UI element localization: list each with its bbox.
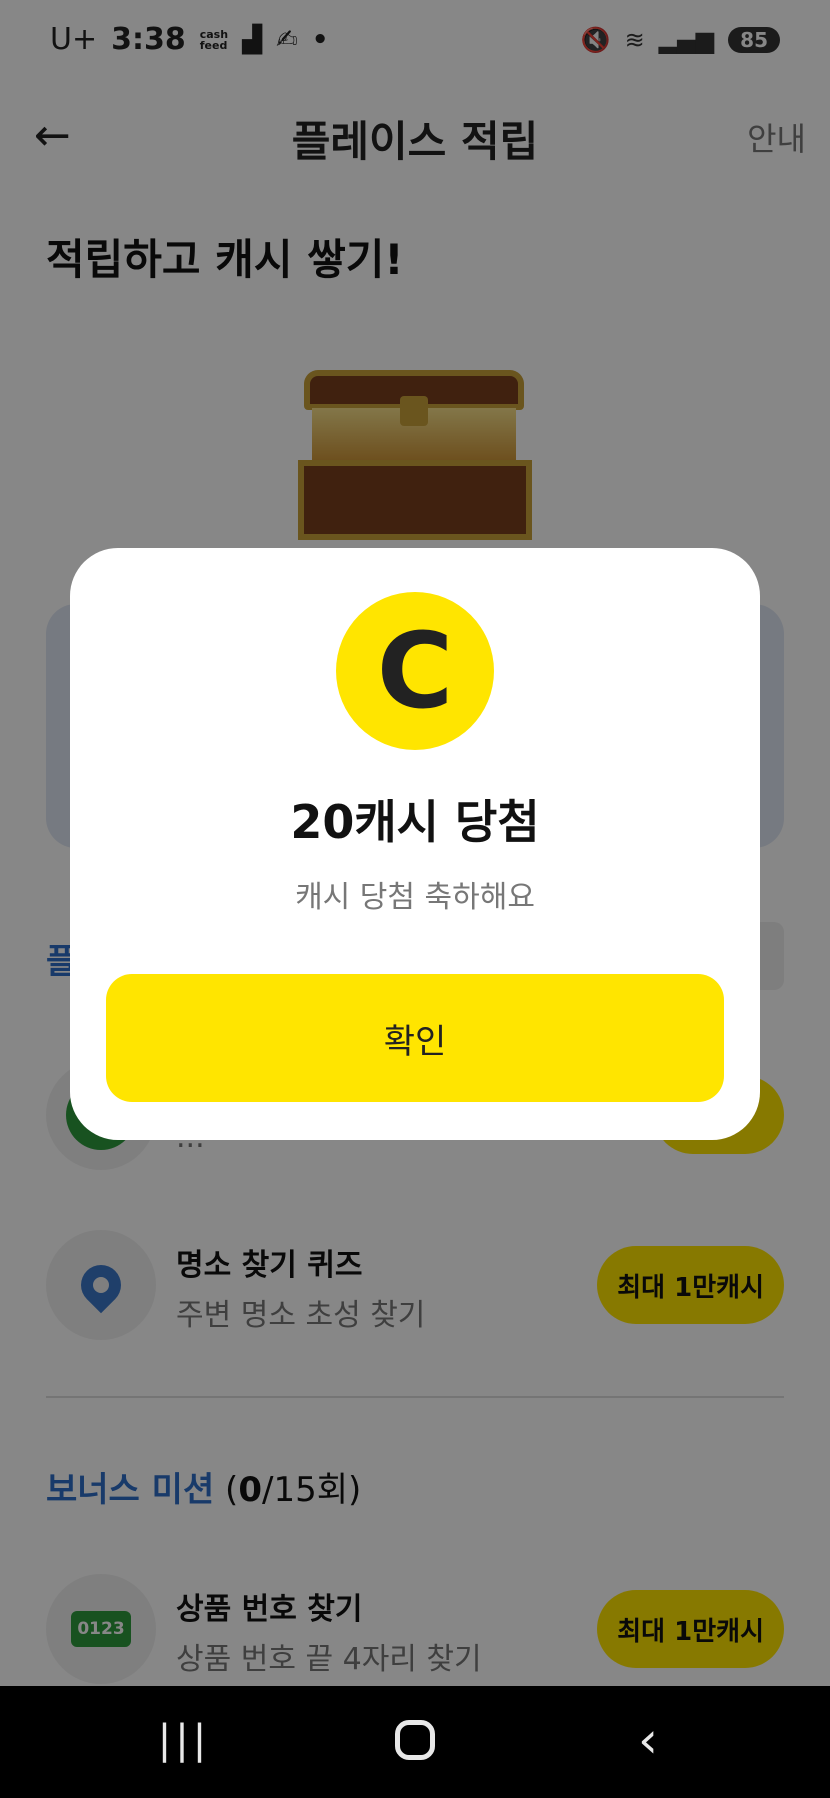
- cash-coin-icon: C: [336, 592, 494, 750]
- dialog-subtitle: 캐시 당첨 축하해요: [295, 880, 535, 915]
- confirm-button[interactable]: 확인: [106, 974, 724, 1102]
- dialog-title: 20캐시 당첨: [290, 795, 540, 849]
- system-back-button[interactable]: ‹: [608, 1710, 688, 1770]
- home-icon: [395, 1720, 435, 1760]
- recent-apps-button[interactable]: |||: [144, 1710, 224, 1770]
- home-button[interactable]: [375, 1710, 455, 1760]
- reward-dialog: C 20캐시 당첨 캐시 당첨 축하해요 확인: [70, 548, 760, 1140]
- system-nav-bar: ||| ‹: [0, 1686, 830, 1798]
